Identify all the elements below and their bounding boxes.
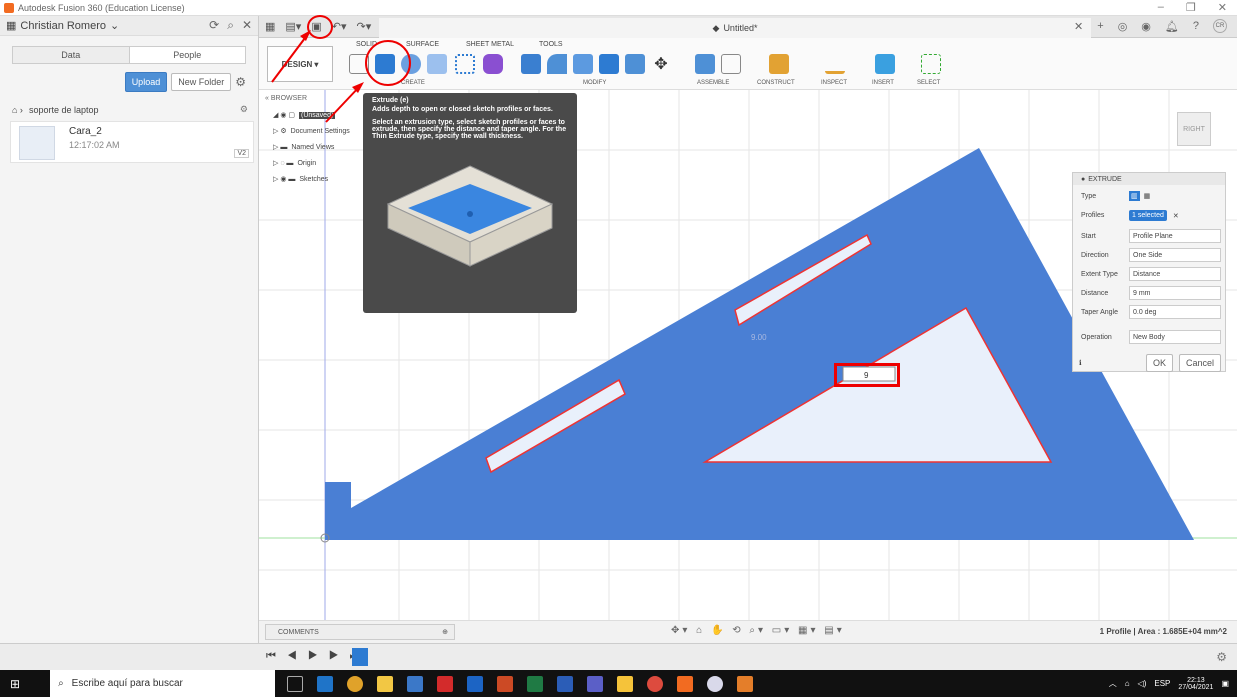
- annotation-arrows: [271, 30, 364, 123]
